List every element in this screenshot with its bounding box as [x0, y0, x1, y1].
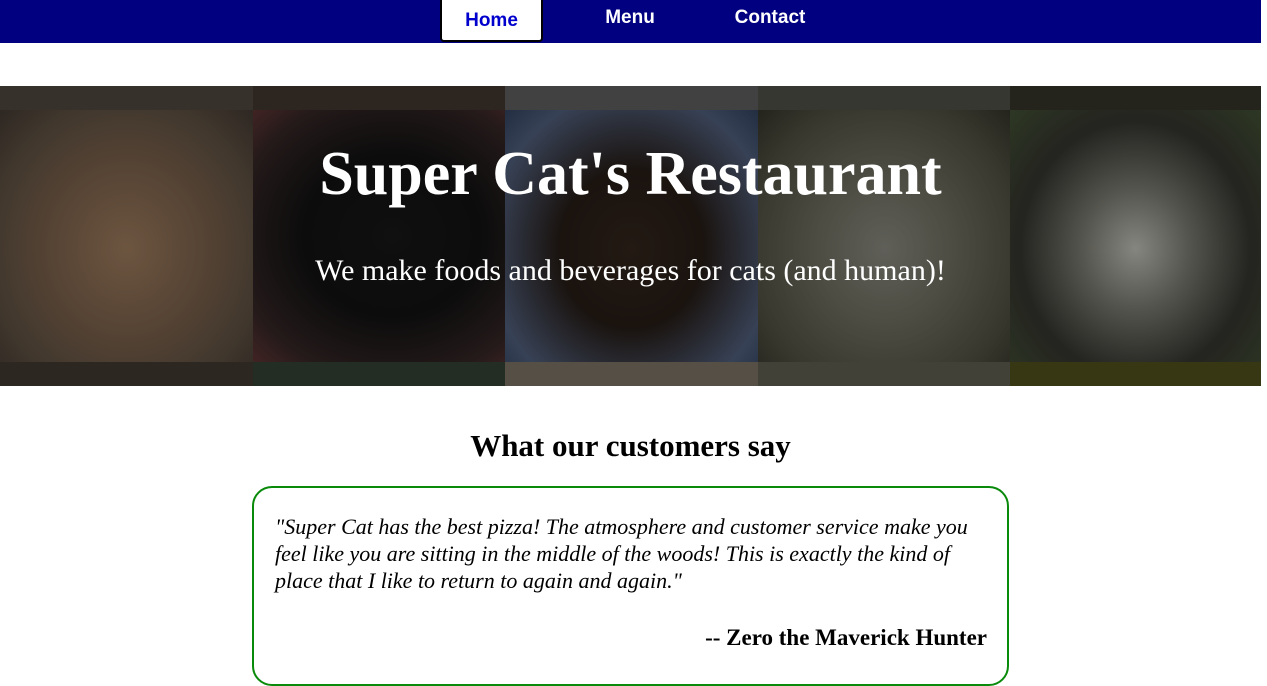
hero-banner: Super Cat's Restaurant We make foods and…	[0, 86, 1261, 386]
nav-contact-link[interactable]: Contact	[720, 0, 820, 40]
nav-menu-link[interactable]: Menu	[580, 0, 680, 40]
testimonials-heading: What our customers say	[470, 428, 791, 463]
testimonial-quote: "Super Cat has the best pizza! The atmos…	[275, 514, 968, 593]
hero-subtitle: We make foods and beverages for cats (an…	[315, 254, 946, 287]
nav-home-link[interactable]: Home	[440, 0, 543, 42]
top-nav: Home Menu Contact	[0, 0, 1261, 43]
testimonial-card: "Super Cat has the best pizza! The atmos…	[252, 486, 1009, 686]
testimonial-author: -- Zero the Maverick Hunter	[705, 625, 987, 650]
hero-dark-overlay	[0, 86, 1261, 386]
hero-title: Super Cat's Restaurant	[319, 140, 942, 208]
